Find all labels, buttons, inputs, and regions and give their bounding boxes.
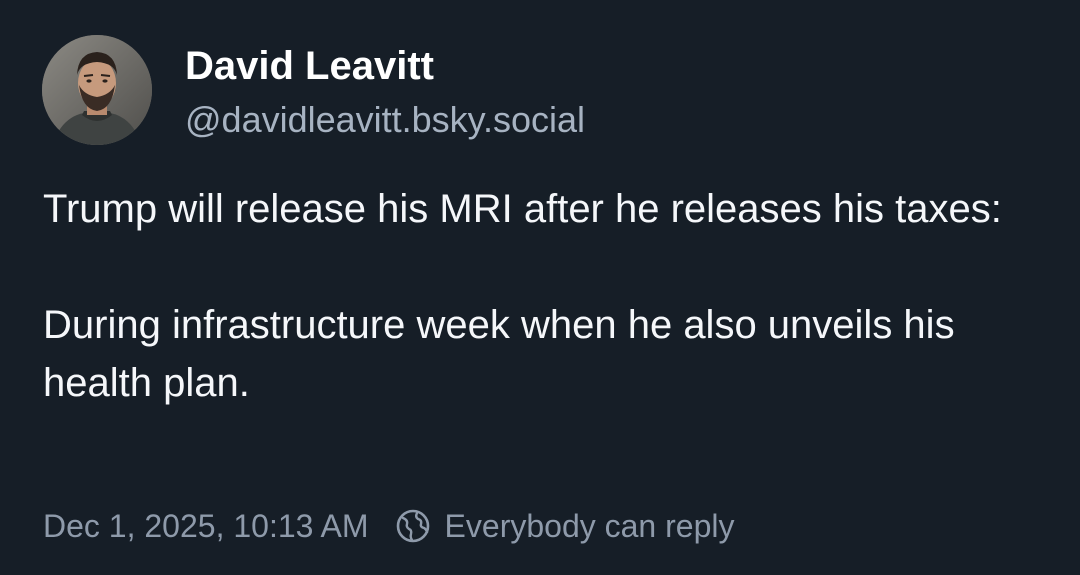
author-avatar[interactable] (42, 35, 152, 145)
post-paragraph: Trump will release his MRI after he rele… (43, 187, 1002, 231)
author-display-name[interactable]: David Leavitt (185, 42, 434, 90)
earth-icon (395, 508, 431, 544)
author-handle[interactable]: @davidleavitt.bsky.social (185, 98, 585, 142)
post-body: Trump will release his MRI after he rele… (43, 180, 1043, 412)
post-card: David Leavitt @davidleavitt.bsky.social … (0, 0, 1080, 575)
post-meta: Dec 1, 2025, 10:13 AM Everybody can repl… (43, 504, 734, 548)
reply-setting[interactable]: Everybody can reply (395, 507, 735, 545)
reply-setting-label: Everybody can reply (444, 507, 735, 544)
post-timestamp[interactable]: Dec 1, 2025, 10:13 AM (43, 508, 369, 545)
post-paragraph: During infrastructure week when he also … (43, 303, 955, 405)
avatar-photo (42, 35, 152, 145)
